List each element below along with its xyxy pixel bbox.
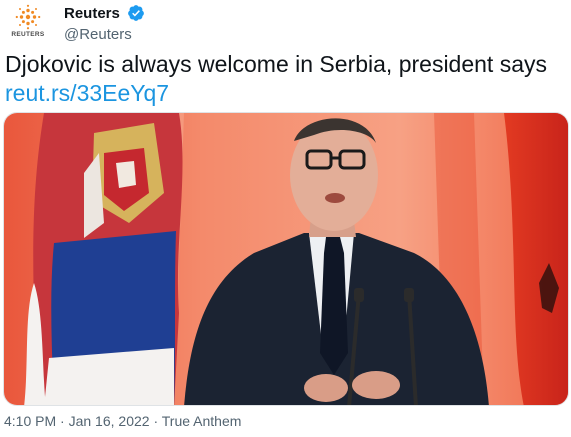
logo-wordmark: REUTERS (11, 31, 45, 38)
author-handle[interactable]: @Reuters (64, 26, 145, 43)
reuters-avatar[interactable]: REUTERS (8, 4, 48, 42)
tweet-header: REUTERS Reuters @Reuters (0, 0, 571, 46)
photo-image (4, 113, 568, 405)
tweet-photo[interactable] (3, 112, 569, 406)
tweet-text: Djokovic is always welcome in Serbia, pr… (5, 51, 547, 77)
author-info: Reuters @Reuters (64, 4, 145, 43)
meta-separator-1: · (56, 413, 69, 429)
tweet-time[interactable]: 4:10 PM (4, 413, 56, 429)
tweet-source[interactable]: True Anthem (162, 413, 242, 429)
reuters-logo-icon (15, 4, 41, 30)
verified-badge-icon (128, 5, 145, 21)
tweet-date[interactable]: Jan 16, 2022 (69, 413, 150, 429)
tweet-meta: 4:10 PM · Jan 16, 2022 · True Anthem (4, 413, 241, 429)
author-display-name[interactable]: Reuters (64, 5, 120, 22)
meta-separator-2: · (149, 413, 162, 429)
tweet-link[interactable]: reut.rs/33EeYq7 (5, 79, 169, 107)
